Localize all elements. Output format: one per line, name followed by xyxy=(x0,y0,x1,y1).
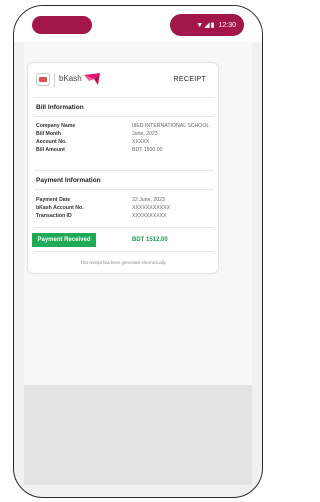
bkash-brand: bKash xyxy=(59,74,82,83)
row-value: XXXXX xyxy=(132,139,150,145)
row-value: BDT 1500.00 xyxy=(132,147,163,153)
status-right-pill: ▼◢▮ 12:30 xyxy=(170,14,244,36)
payment-received-amount: BDT 1512.00 xyxy=(132,237,168,243)
row-value: XXXXXXXXXXX xyxy=(132,205,171,211)
row-value: IIIED INTERNATIONAL SCHOOL xyxy=(132,123,210,129)
lower-area xyxy=(24,385,252,485)
row-value: XXXXXXXXXX xyxy=(132,213,167,219)
divider xyxy=(34,251,214,252)
bill-row: Account No. XXXXX xyxy=(36,139,212,147)
payment-row: bKash Account No. XXXXXXXXXXX xyxy=(36,205,212,213)
row-label: Transaction ID xyxy=(36,213,72,219)
signal-icon: ▼◢▮ xyxy=(196,22,216,29)
divider xyxy=(34,189,214,190)
receipt-header: bKash RECEIPT xyxy=(28,63,218,97)
bill-row: Company Name IIIED INTERNATIONAL SCHOOL xyxy=(36,123,212,131)
company-logo-icon xyxy=(36,73,50,86)
bill-row: Bill Amount BDT 1500.00 xyxy=(36,147,212,155)
row-label: bKash Account No. xyxy=(36,205,84,211)
receipt-title: RECEIPT xyxy=(173,76,206,83)
payment-row: Transaction ID XXXXXXXXXX xyxy=(36,213,212,221)
bkash-logo-icon xyxy=(84,73,100,85)
logo-divider xyxy=(54,73,55,87)
row-value: June, 2023 xyxy=(132,131,158,137)
row-label: Bill Amount xyxy=(36,147,65,153)
divider xyxy=(34,97,214,98)
row-label: Payment Date xyxy=(36,197,71,203)
divider xyxy=(34,227,214,228)
status-left-pill xyxy=(32,16,92,34)
bill-row: Bill Month June, 2023 xyxy=(36,131,212,139)
status-bar: ▼◢▮ 12:30 xyxy=(14,6,262,42)
row-label: Company Name xyxy=(36,123,76,129)
row-label: Account No. xyxy=(36,139,67,145)
payment-row: Payment Date 22 June, 2023 xyxy=(36,197,212,205)
divider xyxy=(34,170,214,171)
receipt-card: bKash RECEIPT Bill Information Company N… xyxy=(27,62,219,274)
status-time: 12:30 xyxy=(218,21,236,29)
row-label: Bill Month xyxy=(36,131,62,137)
row-value: 22 June, 2023 xyxy=(132,197,165,203)
receipt-footnote: This receipt has been generated electron… xyxy=(80,260,166,265)
payment-section-title: Payment Information xyxy=(36,177,101,184)
payment-received-badge: Payment Received xyxy=(32,233,96,247)
divider xyxy=(34,116,214,117)
bill-section-title: Bill Information xyxy=(36,104,84,111)
